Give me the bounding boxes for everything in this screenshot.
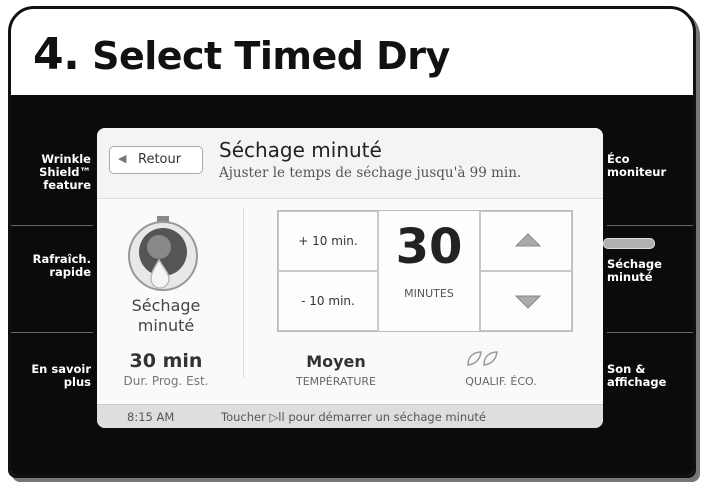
est-time-value: 30 min	[129, 350, 203, 372]
minutes-value: 30	[395, 219, 463, 275]
menu-item-label: En savoir plus	[31, 362, 91, 389]
menu-item-label: Séchage minuté	[607, 257, 662, 284]
status-text: Toucher ▷ll pour démarrer un séchage min…	[221, 410, 486, 424]
menu-item-son-affichage[interactable]: Son & affichage	[607, 363, 687, 389]
step-heading: 4. Select Timed Dry	[33, 29, 450, 80]
back-label: Retour	[138, 152, 182, 167]
menu-item-label: Son & affichage	[607, 362, 667, 389]
eco-leaves-icon	[465, 350, 501, 368]
minutes-display: 30 MINUTES	[378, 211, 480, 331]
menu-divider	[607, 225, 693, 226]
column-divider	[243, 208, 244, 378]
cycle-name-line2: minuté	[137, 316, 195, 335]
back-arrow-icon: ◀	[118, 152, 127, 165]
menu-item-label: Wrinkle Shield™ feature	[39, 152, 91, 192]
instruction-card: 4. Select Timed Dry Wrinkle Shield™ feat…	[8, 6, 696, 478]
touch-screen: ◀ Retour Séchage minuté Ajuster le temps…	[97, 128, 603, 428]
menu-item-en-savoir[interactable]: En savoir plus	[11, 363, 91, 389]
menu-item-rafraich[interactable]: Rafraîch. rapide	[11, 253, 91, 279]
menu-divider	[11, 332, 93, 333]
water-drop-dial-icon	[123, 216, 203, 296]
step-number: 4.	[33, 29, 80, 80]
temperature-value[interactable]: Moyen	[281, 352, 391, 371]
minus-10-button[interactable]: - 10 min.	[278, 271, 378, 331]
menu-divider	[607, 332, 693, 333]
minus-10-label: - 10 min.	[301, 294, 355, 308]
decrease-button[interactable]	[480, 271, 572, 331]
screen-header: ◀ Retour Séchage minuté Ajuster le temps…	[97, 128, 603, 199]
est-time-label: Dur. Prog. Est.	[123, 374, 209, 388]
active-indicator	[603, 238, 655, 249]
step-title: Select Timed Dry	[92, 34, 450, 78]
cycle-name: Séchage minuté	[111, 296, 221, 336]
status-bar: 8:15 AM Toucher ▷ll pour démarrer un séc…	[97, 404, 603, 428]
increase-button[interactable]	[480, 211, 572, 271]
status-time: 8:15 AM	[127, 410, 175, 424]
plus-10-button[interactable]: + 10 min.	[278, 211, 378, 271]
menu-item-wrinkle-shield[interactable]: Wrinkle Shield™ feature	[11, 153, 91, 192]
control-panel: Wrinkle Shield™ feature Rafraîch. rapide…	[11, 95, 693, 475]
time-adjust-grid: + 10 min. - 10 min. 30 MINUTES	[277, 210, 573, 332]
screen-subtitle: Ajuster le temps de séchage jusqu'à 99 m…	[219, 165, 522, 181]
screen-title: Séchage minuté	[219, 138, 382, 162]
menu-item-label: Éco moniteur	[607, 152, 667, 179]
menu-divider	[11, 225, 93, 226]
chevron-up-icon	[515, 233, 541, 247]
temperature-label: TEMPÉRATURE	[296, 375, 376, 388]
plus-10-label: + 10 min.	[298, 234, 358, 248]
menu-item-label: Rafraîch. rapide	[32, 252, 91, 279]
back-button[interactable]: ◀ Retour	[109, 146, 203, 174]
cycle-name-line1: Séchage	[131, 296, 201, 315]
minutes-unit: MINUTES	[404, 287, 454, 300]
menu-item-sechage-minute[interactable]: Séchage minuté	[607, 258, 687, 284]
eco-label: QUALIF. ÉCO.	[465, 375, 537, 388]
menu-item-eco-moniteur[interactable]: Éco moniteur	[607, 153, 687, 179]
chevron-down-icon	[515, 295, 541, 309]
